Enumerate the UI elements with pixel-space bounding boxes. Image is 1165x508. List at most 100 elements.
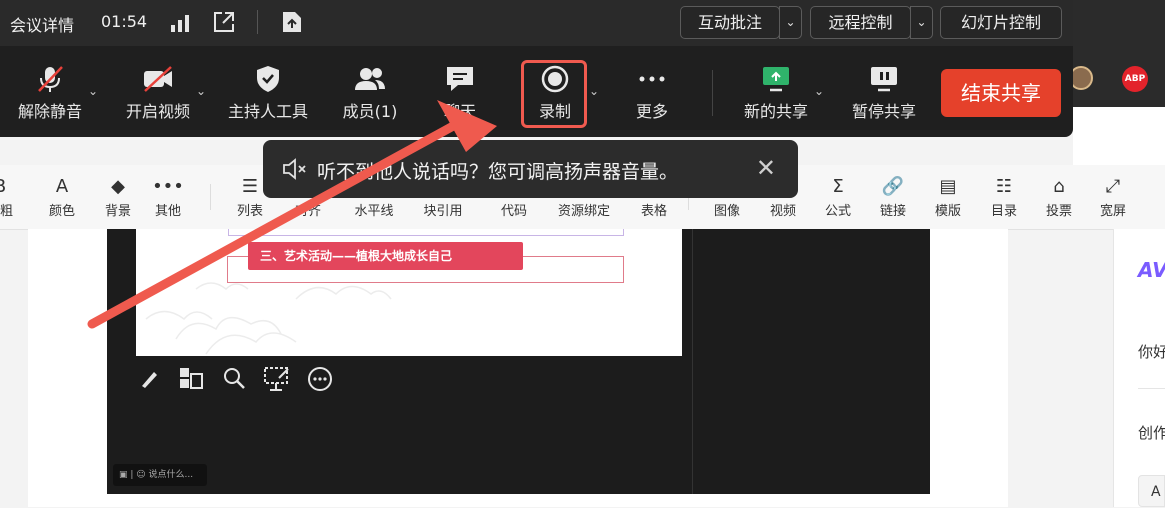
assistant-input[interactable]: A bbox=[1138, 475, 1165, 507]
external-window-icon[interactable] bbox=[212, 10, 236, 38]
assistant-logo: AV bbox=[1138, 258, 1165, 282]
record-highlight-box bbox=[521, 60, 587, 128]
assistant-greeting: 你好 bbox=[1138, 343, 1165, 361]
remote-control-chevron-icon[interactable]: ⌄ bbox=[910, 6, 933, 39]
toolbar-item-label: 块引用 bbox=[423, 203, 463, 219]
toolbar-item-link[interactable]: 🔗 链接 bbox=[867, 165, 919, 229]
meeting-timer: 01:54 bbox=[101, 12, 148, 31]
annotate-dropdown-chevron-icon[interactable]: ⌄ bbox=[779, 6, 802, 39]
zoom-icon[interactable] bbox=[222, 366, 246, 395]
screen-annotate-icon[interactable] bbox=[263, 366, 291, 397]
host-tools-label: 主持人工具 bbox=[227, 102, 308, 121]
toolbar-item-vote[interactable]: ⌂ 投票 bbox=[1033, 165, 1085, 229]
chat-icon: ▣ | ☺ bbox=[119, 470, 149, 480]
pause-share-icon bbox=[868, 64, 900, 94]
toolbar-item-label: 代码 bbox=[500, 203, 527, 219]
meeting-details-link[interactable]: 会议详情 bbox=[10, 12, 74, 36]
unmute-label: 解除静音 bbox=[17, 102, 82, 121]
toolbar-item-text-color[interactable]: A 颜色 bbox=[36, 165, 88, 229]
text-color-icon: A bbox=[55, 175, 69, 197]
chat-button[interactable]: 聊天 bbox=[436, 64, 484, 128]
link-icon: 🔗 bbox=[881, 175, 905, 197]
toolbar-item-label: 加粗 bbox=[0, 203, 13, 219]
panel-divider bbox=[1138, 388, 1165, 389]
toolbar-item-label: 背景 bbox=[104, 203, 131, 219]
chat-placeholder: 说点什么... bbox=[148, 470, 194, 480]
formula-icon: Σ bbox=[832, 175, 844, 197]
start-video-label: 开启视频 bbox=[125, 102, 190, 121]
toolbar-item-label: 投票 bbox=[1045, 203, 1072, 219]
toolbar-item-label: 列表 bbox=[236, 203, 263, 219]
audio-options-chevron-icon[interactable]: ⌄ bbox=[88, 84, 98, 98]
fill-icon: ◆ bbox=[111, 175, 125, 197]
bold-icon: B bbox=[0, 176, 6, 198]
toolbar-item-label: 宽屏 bbox=[1099, 203, 1126, 219]
toolbar-item-label: 目录 bbox=[990, 203, 1017, 219]
toolbar-item-toc[interactable]: ☷ 目录 bbox=[978, 165, 1030, 229]
signal-strength-icon[interactable] bbox=[170, 13, 190, 37]
toolbar-item-template[interactable]: ▤ 模版 bbox=[922, 165, 974, 229]
members-label: 成员(1) bbox=[342, 102, 398, 121]
toolbar-item-label: 公式 bbox=[824, 203, 851, 219]
toolbar-item-fill[interactable]: ◆ 背景 bbox=[92, 165, 144, 229]
more-dots-icon: ••• bbox=[152, 175, 184, 197]
more-label: 更多 bbox=[635, 102, 668, 121]
members-icon bbox=[353, 64, 387, 94]
chat-label: 聊天 bbox=[443, 102, 476, 121]
toolbar-item-more-dots[interactable]: ••• 其他 bbox=[142, 165, 194, 229]
members-button[interactable]: 成员(1) bbox=[338, 64, 402, 128]
video-options-chevron-icon[interactable]: ⌄ bbox=[196, 84, 206, 98]
toolbar-item-label: 颜色 bbox=[48, 203, 75, 219]
toolbar-item-label: 资源绑定 bbox=[558, 203, 611, 219]
toc-icon: ☷ bbox=[995, 175, 1013, 197]
document-upload-icon[interactable] bbox=[281, 10, 303, 38]
toolbar-item-label: 视频 bbox=[769, 203, 796, 219]
pen-icon[interactable] bbox=[138, 366, 162, 395]
speaker-muted-icon bbox=[281, 158, 307, 184]
slide-frame-top bbox=[228, 229, 624, 236]
info-divider bbox=[257, 10, 258, 34]
more-options-icon[interactable] bbox=[307, 366, 333, 397]
list-icon: ☰ bbox=[241, 175, 259, 197]
video-divider bbox=[692, 229, 693, 494]
annotate-button[interactable]: 互动批注 bbox=[680, 6, 780, 39]
slide-control-button[interactable]: 幻灯片控制 bbox=[940, 6, 1062, 39]
layout-icon[interactable] bbox=[178, 366, 204, 397]
remote-control-button[interactable]: 远程控制 bbox=[810, 6, 911, 39]
shield-check-icon bbox=[254, 64, 282, 94]
more-button[interactable]: 更多 bbox=[628, 64, 676, 128]
microphone-muted-icon bbox=[35, 64, 65, 94]
more-dots-icon bbox=[637, 64, 667, 94]
toolbar-item-label: 图像 bbox=[713, 203, 740, 219]
end-share-button[interactable]: 结束共享 bbox=[941, 69, 1061, 117]
start-video-button[interactable]: 开启视频 bbox=[122, 64, 194, 128]
toolbar-item-wide-screen[interactable]: ⤢ 宽屏 bbox=[1087, 165, 1139, 229]
camera-off-icon bbox=[141, 64, 175, 94]
pause-share-label: 暂停共享 bbox=[851, 102, 916, 121]
toolbar-item-bold[interactable]: B 加粗 bbox=[0, 165, 26, 229]
control-divider bbox=[712, 70, 713, 116]
new-share-button[interactable]: 新的共享 bbox=[738, 64, 814, 128]
wide-screen-icon: ⤢ bbox=[1105, 175, 1121, 197]
toolbar-divider bbox=[210, 184, 211, 210]
template-icon: ▤ bbox=[939, 175, 957, 197]
toolbar-item-label: 对齐 bbox=[294, 203, 321, 219]
unmute-button[interactable]: 解除静音 bbox=[14, 64, 86, 128]
toolbar-item-label: 链接 bbox=[879, 203, 906, 219]
toolbar-item-label: 其他 bbox=[154, 203, 181, 219]
record-options-chevron-icon[interactable]: ⌄ bbox=[589, 84, 599, 98]
close-icon[interactable]: ✕ bbox=[756, 154, 776, 182]
new-share-label: 新的共享 bbox=[743, 102, 808, 121]
toolbar-item-formula[interactable]: Σ 公式 bbox=[812, 165, 864, 229]
video-chat-box[interactable]: ▣ | ☺ 说点什么... bbox=[113, 464, 207, 486]
speaker-volume-toast: 听不到他人说话吗？您可调高扬声器音量。 ✕ bbox=[263, 140, 798, 198]
toolbar-item-label: 表格 bbox=[640, 203, 667, 219]
screen-share-icon bbox=[760, 64, 792, 94]
adblock-icon[interactable]: ABP bbox=[1122, 66, 1148, 92]
assistant-create-label: 创作 bbox=[1138, 424, 1165, 442]
host-tools-button[interactable]: 主持人工具 bbox=[224, 64, 312, 128]
chat-icon bbox=[444, 64, 476, 94]
toast-message: 听不到他人说话吗？您可调高扬声器音量。 bbox=[317, 161, 679, 183]
pause-share-button[interactable]: 暂停共享 bbox=[846, 64, 922, 128]
share-options-chevron-icon[interactable]: ⌄ bbox=[814, 84, 824, 98]
